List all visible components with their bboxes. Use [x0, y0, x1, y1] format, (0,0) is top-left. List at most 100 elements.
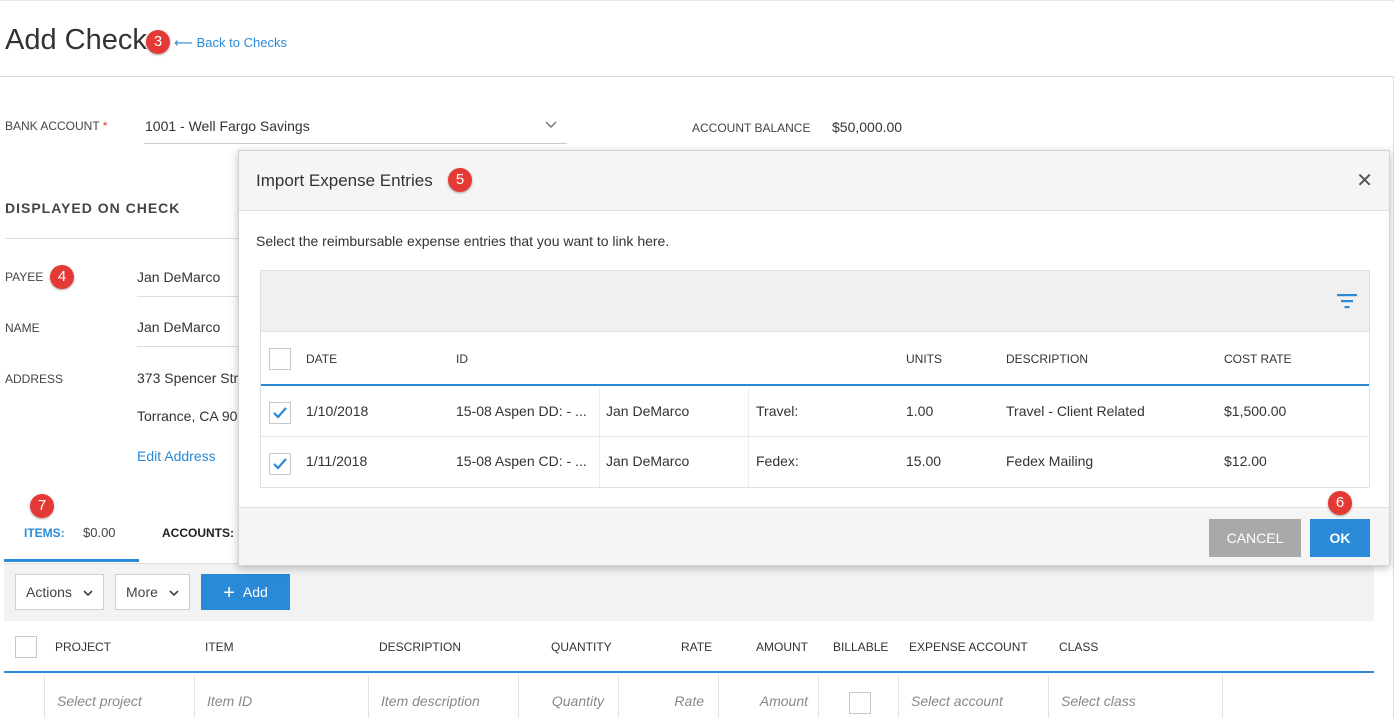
ok-button[interactable]: OK [1310, 519, 1370, 557]
address-label: ADDRESS [5, 372, 64, 386]
item-description-input[interactable]: Item description [369, 675, 519, 718]
expense-description: Travel - Client Related [1006, 403, 1145, 419]
address-line-2: Torrance, CA 90 [137, 408, 238, 424]
check-icon [273, 407, 287, 419]
back-arrow-icon: ⟵ [174, 35, 193, 50]
chevron-down-icon [545, 118, 557, 132]
displayed-on-check-title: DISPLAYED ON CHECK [5, 200, 181, 216]
amount-input[interactable]: Amount [719, 675, 819, 718]
col-id: ID [456, 352, 468, 366]
tab-items[interactable]: ITEMS: $0.00 [4, 510, 139, 562]
cancel-button[interactable]: CANCEL [1209, 519, 1301, 557]
modal-instructions: Select the reimbursable expense entries … [256, 233, 670, 249]
column-separator [599, 387, 600, 437]
table-row: Select project Item ID Item description … [4, 675, 1374, 718]
tab-accounts[interactable]: ACCOUNTS: [162, 526, 234, 540]
expense-description: Fedex Mailing [1006, 453, 1094, 469]
name-underline [137, 346, 238, 347]
expense-account-input[interactable]: Select account [899, 675, 1049, 718]
back-to-checks-link[interactable]: ⟵ Back to Checks [174, 35, 287, 51]
col-amount: AMOUNT [756, 640, 808, 654]
expense-employee: Jan DeMarco [606, 403, 690, 419]
payee-input[interactable]: Jan DeMarco [137, 269, 220, 285]
expense-cost-rate: $12.00 [1224, 453, 1267, 469]
col-class: CLASS [1059, 640, 1099, 654]
address-line-1: 373 Spencer Str [137, 370, 239, 386]
select-all-expenses-checkbox[interactable] [269, 348, 291, 370]
expense-id: 15-08 Aspen DD: - ... [456, 403, 587, 419]
actions-dropdown[interactable]: Actions [15, 574, 104, 610]
back-link-label: Back to Checks [196, 35, 287, 50]
section-divider [5, 238, 238, 239]
expense-cost-rate: $1,500.00 [1224, 403, 1287, 419]
top-divider [0, 0, 1394, 1]
edit-address-link[interactable]: Edit Address [137, 448, 216, 464]
column-separator [599, 437, 600, 487]
add-button[interactable]: + Add [201, 574, 290, 610]
import-expense-entries-modal: Import Expense Entries ✕ 5 Select the re… [238, 150, 1390, 566]
col-cost-rate: COST RATE [1224, 352, 1292, 366]
name-input[interactable]: Jan DeMarco [137, 319, 220, 335]
col-project: PROJECT [55, 640, 112, 654]
add-check-page: Add Check 3 ⟵ Back to Checks BANK ACCOUNT… [0, 0, 1394, 718]
page-title: Add Check [5, 24, 147, 56]
expense-units: 1.00 [906, 403, 934, 419]
expense-type: Fedex: [756, 453, 799, 469]
billable-checkbox[interactable] [849, 692, 871, 714]
add-label: Add [242, 584, 268, 600]
expense-date: 1/11/2018 [306, 453, 368, 469]
chevron-down-icon [166, 588, 179, 600]
modal-header: Import Expense Entries ✕ [239, 151, 1389, 211]
header-divider [0, 76, 1394, 77]
close-icon[interactable]: ✕ [1356, 168, 1373, 193]
row-checkbox-checked[interactable] [269, 402, 291, 424]
actions-label: Actions [26, 584, 72, 600]
col-rate: RATE [681, 640, 713, 654]
more-dropdown[interactable]: More [115, 574, 190, 610]
account-balance-label: ACCOUNT BALANCE [692, 121, 811, 135]
modal-title: Import Expense Entries [256, 171, 433, 190]
account-balance-value: $50,000.00 [832, 119, 903, 135]
required-mark: * [102, 119, 108, 133]
table-row[interactable]: 1/10/2018 15-08 Aspen DD: - ... Jan DeMa… [261, 387, 1369, 437]
annotation-badge-3: 3 [146, 30, 170, 54]
annotation-badge-6: 6 [1328, 491, 1352, 515]
modal-footer: CANCEL OK [239, 507, 1389, 565]
chevron-down-icon [80, 588, 93, 600]
select-all-checkbox[interactable] [15, 636, 37, 658]
expense-type: Travel: [756, 403, 799, 419]
project-input[interactable]: Select project [45, 675, 195, 718]
expense-id: 15-08 Aspen CD: - ... [456, 453, 587, 469]
filter-bar [260, 270, 1370, 332]
billable-cell [819, 675, 899, 718]
col-expense-account: EXPENSE ACCOUNT [909, 640, 1028, 654]
payee-label: PAYEE [5, 270, 44, 284]
col-quantity: QUANTITY [551, 640, 612, 654]
col-units: UNITS [906, 352, 942, 366]
column-separator [748, 387, 749, 437]
name-label: NAME [5, 321, 40, 335]
bank-account-value: 1001 - Well Fargo Savings [145, 118, 310, 134]
col-description: DESCRIPTION [379, 640, 462, 654]
bank-account-label: BANK ACCOUNT * [5, 119, 107, 133]
expense-date: 1/10/2018 [306, 403, 369, 419]
item-id-input[interactable]: Item ID [195, 675, 369, 718]
expense-entries-table: DATE ID UNITS DESCRIPTION COST RATE 1/10… [260, 332, 1370, 488]
expense-units: 15.00 [906, 453, 942, 469]
col-item: ITEM [205, 640, 234, 654]
expense-employee: Jan DeMarco [606, 453, 690, 469]
table-row[interactable]: 1/11/2018 15-08 Aspen CD: - ... Jan DeMa… [261, 437, 1369, 487]
rate-input[interactable]: Rate [619, 675, 719, 718]
column-separator [748, 437, 749, 487]
plus-icon: + [223, 582, 235, 604]
filter-icon[interactable] [1337, 293, 1357, 309]
bank-account-select[interactable]: 1001 - Well Fargo Savings [144, 110, 567, 144]
class-input[interactable]: Select class [1049, 675, 1223, 718]
expense-table-header: DATE ID UNITS DESCRIPTION COST RATE [261, 332, 1369, 386]
annotation-badge-5: 5 [448, 168, 472, 192]
quantity-input[interactable]: Quantity [519, 675, 619, 718]
col-billable: BILLABLE [833, 640, 889, 654]
row-handle [4, 675, 45, 718]
row-checkbox-checked[interactable] [269, 453, 291, 475]
more-label: More [126, 584, 158, 600]
